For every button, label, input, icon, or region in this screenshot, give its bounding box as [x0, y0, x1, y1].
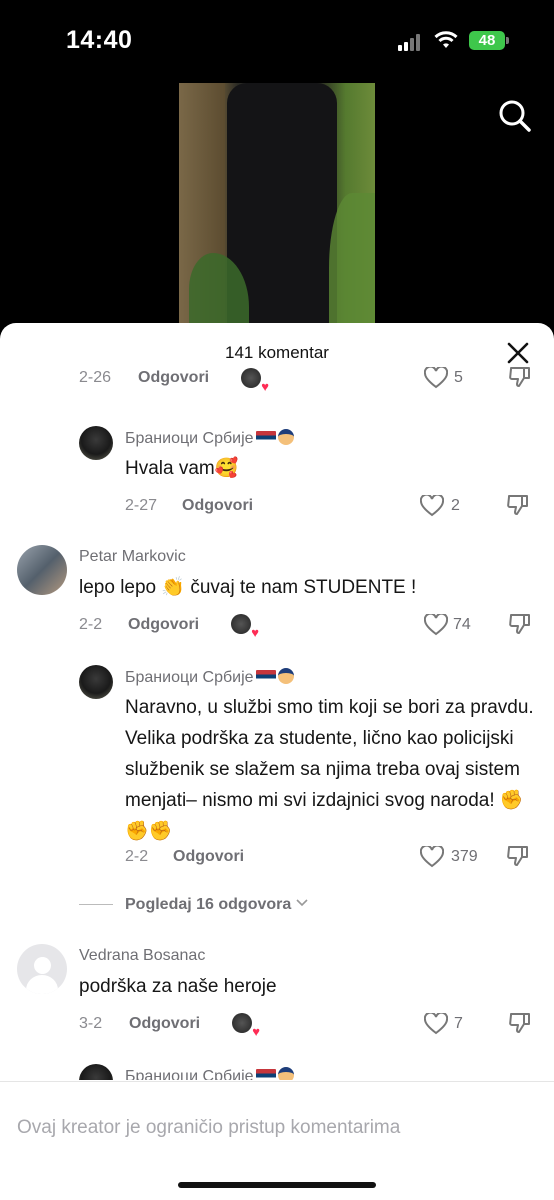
comment-author[interactable]: Petar Markovic	[79, 548, 186, 566]
serbia-flag-icon	[255, 670, 276, 683]
comment-text: podrška za naše heroje	[79, 976, 277, 997]
heart-icon[interactable]	[420, 846, 444, 868]
serbia-flag-icon	[255, 1069, 276, 1080]
avatar[interactable]	[79, 426, 113, 460]
like-count: 379	[451, 848, 478, 865]
creator-liked-icon	[241, 368, 269, 394]
status-bar: 14:40 48	[0, 0, 554, 80]
like-count: 5	[454, 369, 463, 386]
comment-author[interactable]: Vedrana Bosanac	[79, 947, 205, 965]
serbia-flag-icon	[255, 431, 276, 444]
dislike-icon[interactable]	[508, 367, 532, 389]
reply-button[interactable]: Odgovori	[173, 848, 244, 866]
dislike-icon[interactable]	[508, 1011, 532, 1035]
reply-button[interactable]: Odgovori	[129, 1015, 200, 1033]
dislike-icon[interactable]	[508, 612, 532, 636]
comments-restricted-notice: Ovaj kreator je ograničio pristup koment…	[17, 1117, 401, 1138]
status-time: 14:40	[66, 26, 133, 54]
comment-text: Hvala vam🥰	[125, 458, 239, 479]
creator-liked-icon	[232, 1013, 260, 1039]
comment-date: 2-27	[125, 497, 158, 514]
reply-button[interactable]: Odgovori	[138, 369, 209, 387]
home-indicator[interactable]	[178, 1182, 376, 1188]
police-officer-icon	[277, 1067, 294, 1080]
heart-icon[interactable]	[424, 614, 448, 636]
comments-list[interactable]: 2-26 Odgovori 5 Брaниоци Србије Hvala va…	[0, 367, 554, 1080]
heart-icon[interactable]	[420, 495, 444, 517]
reply-button[interactable]: Odgovori	[182, 497, 253, 515]
dislike-icon[interactable]	[506, 844, 530, 868]
comment-date: 2-2	[79, 616, 103, 633]
avatar[interactable]	[17, 545, 67, 595]
comment-author[interactable]: Брaниоци Србије	[125, 1067, 294, 1080]
close-icon[interactable]	[505, 340, 531, 366]
comment-date: 2-2	[125, 848, 149, 865]
chevron-down-icon	[296, 899, 308, 907]
heart-icon[interactable]	[424, 1013, 448, 1035]
comments-count-title: 141 komentar	[225, 343, 329, 362]
creator-liked-icon	[231, 614, 259, 640]
battery-icon: 48	[469, 31, 505, 50]
like-count: 7	[454, 1015, 463, 1032]
avatar[interactable]	[79, 1064, 113, 1080]
video-thumbnail[interactable]	[179, 83, 375, 343]
comment-author[interactable]: Брaниоци Србије	[125, 429, 294, 448]
comment-text: lepo lepo 👏 čuvaj te nam STUDENTE !	[79, 577, 417, 598]
like-count: 2	[451, 497, 460, 514]
comment-date: 3-2	[79, 1015, 103, 1032]
heart-icon[interactable]	[424, 367, 448, 389]
search-icon[interactable]	[496, 97, 532, 133]
comments-sheet: 141 komentar 2-26 Odgovori 5 Брaниоци Ср…	[0, 323, 554, 1200]
like-count: 74	[453, 616, 471, 633]
police-officer-icon	[277, 668, 294, 684]
avatar[interactable]	[79, 665, 113, 699]
wifi-icon	[434, 31, 458, 48]
police-officer-icon	[277, 429, 294, 445]
comment-text: Naravno, u službi smo tim koji se bori z…	[125, 697, 534, 842]
battery-tip	[506, 37, 509, 44]
cellular-signal-icon	[398, 33, 424, 51]
avatar[interactable]	[17, 944, 67, 994]
comment-author[interactable]: Брaниоци Србије	[125, 668, 294, 687]
dislike-icon[interactable]	[506, 493, 530, 517]
reply-button[interactable]: Odgovori	[128, 616, 199, 634]
comment-date: 2-26	[79, 369, 112, 386]
view-replies-button[interactable]: Pogledaj 16 odgovora	[79, 896, 308, 914]
